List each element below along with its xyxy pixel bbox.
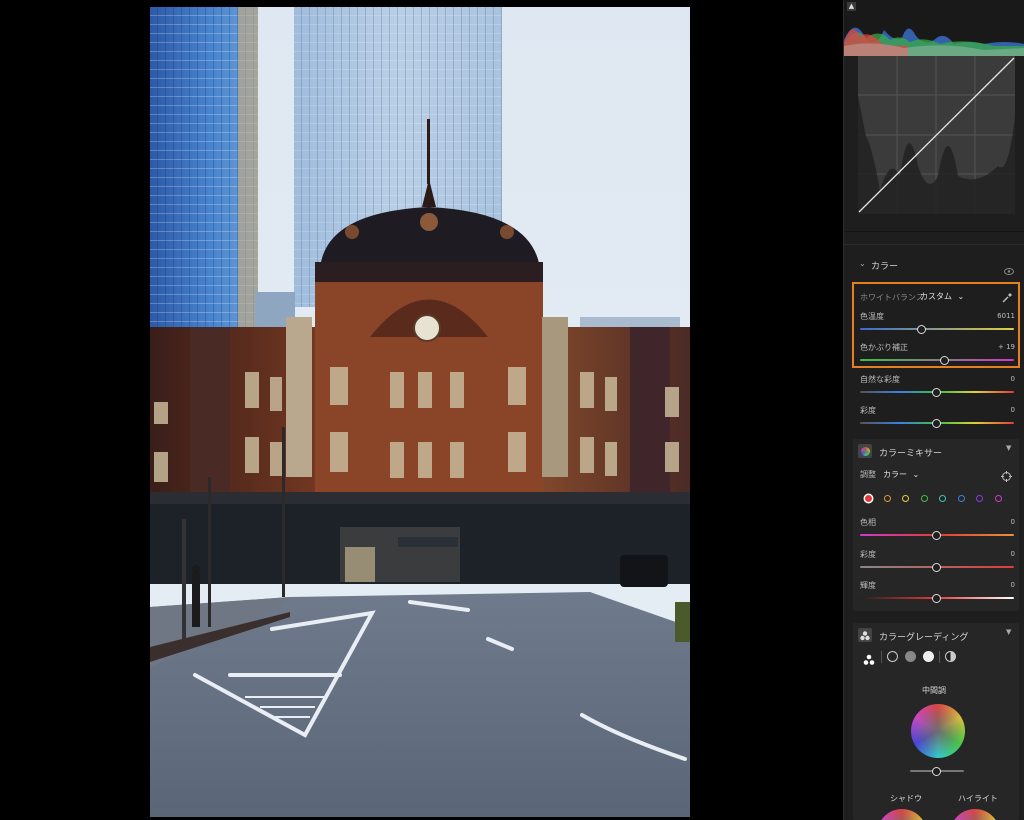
luminance-slider-knob[interactable]: [932, 594, 941, 603]
histogram: [844, 0, 1024, 56]
global-view-icon[interactable]: [945, 651, 956, 662]
histogram-graph: [844, 27, 1024, 56]
saturation-label: 彩度: [860, 406, 876, 415]
photo-canvas: [150, 7, 690, 817]
color-mixer-title[interactable]: カラーミキサー: [879, 446, 942, 459]
color-swatch[interactable]: [902, 495, 909, 502]
tone-curve-graph[interactable]: [858, 56, 1015, 214]
midtones-color-wheel[interactable]: [911, 704, 965, 758]
color-section-title[interactable]: カラー: [871, 259, 898, 272]
color-grading-title[interactable]: カラーグレーディング: [879, 630, 968, 643]
color-swatch[interactable]: [920, 495, 928, 502]
develop-panel: ▲ ⌄ カラー ホワイトバランス カスタム ⌄ カラーミキサー ▼ 調整 カラー: [843, 0, 1024, 820]
color-swatch[interactable]: [865, 495, 872, 502]
saturation-label: 彩度: [860, 550, 876, 559]
white-balance-highlight-outline: [852, 282, 1020, 368]
color-section-chevron-icon[interactable]: ⌄: [859, 259, 866, 268]
color-swatch[interactable]: [994, 495, 1002, 502]
midtones-luminance-knob[interactable]: [932, 767, 941, 776]
shadows-label: シャドウ: [890, 794, 922, 803]
separator: [844, 231, 1024, 232]
hue-slider-knob[interactable]: [932, 531, 941, 540]
color-swatches: [865, 495, 1015, 505]
hue-value[interactable]: 0: [975, 518, 1015, 526]
temp-value[interactable]: 6011: [975, 312, 1015, 320]
chevron-down-icon: ⌄: [912, 470, 920, 479]
saturation-value[interactable]: 0: [975, 550, 1015, 558]
temp-slider-track[interactable]: [860, 328, 1014, 330]
highlights-label: ハイライト: [958, 794, 998, 803]
color-grading-collapse-icon[interactable]: ▼: [1006, 628, 1011, 636]
tint-label: 色かぶり補正: [860, 343, 908, 352]
saturation-slider-knob[interactable]: [932, 563, 941, 572]
saturation-slider-knob[interactable]: [932, 419, 941, 428]
eye-icon[interactable]: [1004, 260, 1014, 275]
vibrance-value[interactable]: 0: [975, 375, 1015, 383]
divider: [881, 651, 882, 663]
color-mixer-collapse-icon[interactable]: ▼: [1006, 444, 1011, 452]
color-swatch[interactable]: [976, 495, 983, 502]
midtones-view-icon[interactable]: [905, 651, 916, 662]
target-adjust-icon[interactable]: [1001, 467, 1012, 482]
temp-label: 色温度: [860, 312, 884, 321]
tint-slider-track[interactable]: [860, 359, 1014, 361]
adjust-label: 調整: [860, 470, 876, 479]
tint-slider-knob[interactable]: [939, 356, 949, 365]
tone-curve-plot[interactable]: [858, 56, 1015, 214]
color-mixer-icon: [858, 444, 872, 458]
color-swatch[interactable]: [883, 495, 891, 502]
tint-value[interactable]: + 19: [975, 343, 1015, 351]
histogram-collapse-icon[interactable]: ▲: [847, 2, 856, 11]
temp-slider-knob[interactable]: [916, 325, 926, 334]
separator: [844, 244, 1024, 245]
color-swatch[interactable]: [939, 495, 946, 502]
adjust-dropdown[interactable]: カラー ⌄: [883, 469, 919, 480]
luminance-label: 輝度: [860, 581, 876, 590]
luminance-value[interactable]: 0: [975, 581, 1015, 589]
highlights-view-icon[interactable]: [923, 651, 934, 662]
divider: [939, 651, 940, 663]
adjust-dropdown-value: カラー: [883, 470, 907, 479]
color-grading-icon: [858, 628, 872, 642]
hue-label: 色相: [860, 518, 876, 527]
saturation-value[interactable]: 0: [975, 406, 1015, 414]
three-way-view-icon[interactable]: [862, 651, 876, 665]
vibrance-slider-knob[interactable]: [932, 388, 941, 397]
midtones-label: 中間調: [922, 686, 946, 695]
shadows-view-icon[interactable]: [887, 651, 898, 662]
vibrance-label: 自然な彩度: [860, 375, 900, 384]
tokyo-station-image: [150, 7, 690, 817]
color-swatch[interactable]: [957, 495, 965, 502]
